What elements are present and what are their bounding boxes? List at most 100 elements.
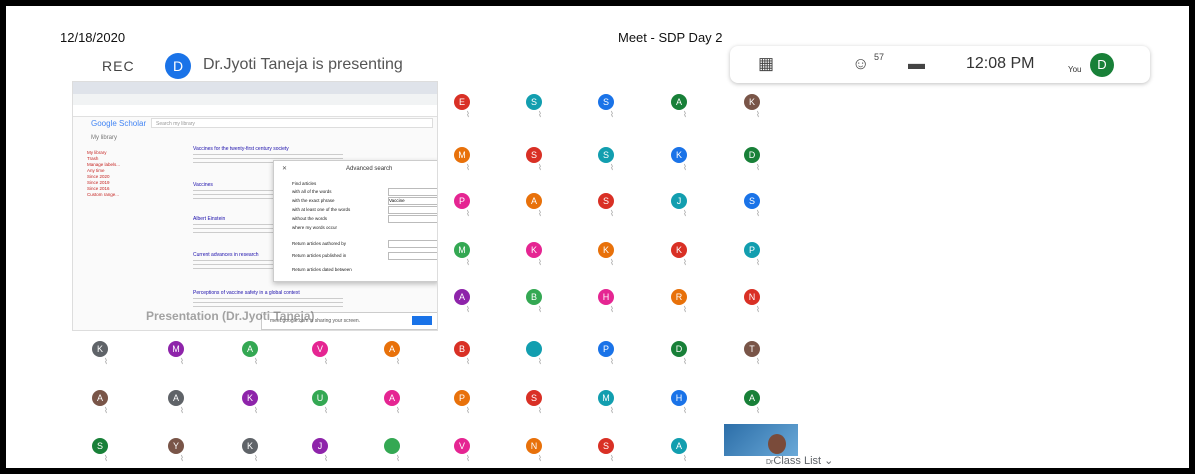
participant-tile[interactable]: S ⌇ (92, 438, 122, 468)
article-title: Perceptions of vaccine safety in a globa… (193, 290, 300, 296)
mic-off-icon: ⌇ (466, 110, 470, 119)
participant-tile[interactable]: P ⌇ (454, 390, 484, 424)
chat-icon[interactable]: ▬ (908, 54, 925, 74)
participant-tile[interactable]: J ⌇ (671, 193, 701, 227)
participant-tile[interactable]: T ⌇ (744, 341, 774, 375)
person-face (768, 434, 786, 454)
class-list-bar[interactable]: DrClass List ⌄ (766, 454, 833, 467)
participant-tile[interactable]: K ⌇ (242, 390, 272, 424)
participant-tile[interactable]: K ⌇ (671, 242, 701, 276)
participant-tile[interactable]: K ⌇ (92, 341, 122, 375)
participant-avatar: A (384, 341, 400, 357)
participant-tile[interactable]: K ⌇ (598, 242, 628, 276)
participant-avatar: A (168, 390, 184, 406)
mic-off-icon: ⌇ (756, 258, 760, 267)
participant-tile[interactable]: K ⌇ (744, 94, 774, 128)
participant-avatar: N (526, 438, 542, 454)
mic-off-icon: ⌇ (180, 454, 184, 463)
participant-tile[interactable]: K ⌇ (242, 438, 272, 468)
participant-tile[interactable]: E ⌇ (454, 94, 484, 128)
participant-tile[interactable]: K ⌇ (526, 242, 556, 276)
participant-tile[interactable]: A ⌇ (454, 289, 484, 323)
participant-tile[interactable]: A ⌇ (526, 193, 556, 227)
participant-tile[interactable]: A ⌇ (671, 94, 701, 128)
presentation-screen[interactable]: Google Scholar Search my library My libr… (72, 81, 438, 331)
mic-off-icon: ⌇ (610, 305, 614, 314)
mic-off-icon: ⌇ (466, 305, 470, 314)
participant-tile[interactable]: P ⌇ (598, 341, 628, 375)
presentation-label: Presentation (Dr.Jyoti Taneja) (146, 309, 315, 323)
participant-tile[interactable]: S ⌇ (526, 94, 556, 128)
participant-tile[interactable]: S ⌇ (598, 438, 628, 468)
participant-tile[interactable]: V ⌇ (312, 341, 342, 375)
participant-avatar: B (454, 341, 470, 357)
participant-tile[interactable]: H ⌇ (671, 390, 701, 424)
participant-avatar: S (598, 94, 614, 110)
mic-off-icon: ⌇ (683, 454, 687, 463)
mic-off-icon: ⌇ (683, 209, 687, 218)
participant-tile[interactable]: Y ⌇ (168, 438, 198, 468)
participant-avatar: D (744, 147, 760, 163)
participant-avatar: J (312, 438, 328, 454)
participant-avatar: K (671, 147, 687, 163)
participant-tile[interactable]: S ⌇ (526, 390, 556, 424)
participant-tile[interactable]: S ⌇ (598, 147, 628, 181)
adv-row: Return articles dated between (292, 267, 352, 272)
browser-address-bar (73, 94, 437, 105)
participant-tile[interactable]: A ⌇ (242, 341, 272, 375)
participant-tile[interactable]: N ⌇ (526, 438, 556, 468)
participant-tile[interactable]: A ⌇ (671, 438, 701, 468)
participant-tile[interactable]: A ⌇ (168, 390, 198, 424)
participant-tile[interactable]: M ⌇ (168, 341, 198, 375)
mic-off-icon: ⌇ (610, 163, 614, 172)
participant-tile[interactable]: M ⌇ (598, 390, 628, 424)
participant-avatar: K (526, 242, 542, 258)
presenter-avatar: D (165, 53, 191, 79)
mic-off-icon: ⌇ (756, 406, 760, 415)
advanced-search-dialog: ✕ Advanced search Find articles with all… (273, 160, 437, 282)
mic-off-icon: ⌇ (538, 357, 542, 366)
mic-off-icon: ⌇ (756, 357, 760, 366)
adv-row: without the words (292, 216, 328, 221)
participant-tile[interactable]: A ⌇ (384, 390, 414, 424)
participant-tile[interactable]: S ⌇ (598, 193, 628, 227)
participant-tile[interactable]: P ⌇ (744, 242, 774, 276)
participant-tile[interactable]: S ⌇ (744, 193, 774, 227)
participant-tile[interactable]: A ⌇ (384, 341, 414, 375)
participant-tile[interactable]: ⌇ (384, 438, 414, 468)
mic-off-icon: ⌇ (683, 163, 687, 172)
participant-tile[interactable]: ⌇ (526, 341, 556, 375)
participant-avatar: R (671, 289, 687, 305)
participants-icon[interactable]: ☺ (852, 54, 869, 74)
participant-tile[interactable]: A ⌇ (92, 390, 122, 424)
participant-avatar: N (744, 289, 760, 305)
participant-tile[interactable]: B ⌇ (526, 289, 556, 323)
self-video-thumbnail[interactable] (724, 424, 798, 456)
participant-avatar: S (526, 147, 542, 163)
participant-avatar: S (598, 193, 614, 209)
participant-tile[interactable]: J ⌇ (312, 438, 342, 468)
participant-tile[interactable]: B ⌇ (454, 341, 484, 375)
self-avatar[interactable]: D (1090, 53, 1114, 77)
participant-tile[interactable]: K ⌇ (671, 147, 701, 181)
participant-tile[interactable]: A ⌇ (744, 390, 774, 424)
mic-off-icon: ⌇ (610, 209, 614, 218)
mic-off-icon: ⌇ (466, 454, 470, 463)
participant-tile[interactable]: R ⌇ (671, 289, 701, 323)
participant-tile[interactable]: P ⌇ (454, 193, 484, 227)
participant-tile[interactable]: D ⌇ (744, 147, 774, 181)
participant-tile[interactable]: N ⌇ (744, 289, 774, 323)
grid-layout-icon[interactable]: ▦ (758, 54, 774, 74)
participant-avatar: A (384, 390, 400, 406)
participant-tile[interactable]: S ⌇ (598, 94, 628, 128)
participant-tile[interactable]: H ⌇ (598, 289, 628, 323)
participant-tile[interactable]: M ⌇ (454, 147, 484, 181)
participant-tile[interactable]: V ⌇ (454, 438, 484, 468)
participant-tile[interactable]: M ⌇ (454, 242, 484, 276)
participant-avatar: S (744, 193, 760, 209)
stop-sharing-button (412, 316, 432, 325)
participant-tile[interactable]: D ⌇ (671, 341, 701, 375)
participant-tile[interactable]: S ⌇ (526, 147, 556, 181)
participant-tile[interactable]: U ⌇ (312, 390, 342, 424)
mic-off-icon: ⌇ (396, 406, 400, 415)
